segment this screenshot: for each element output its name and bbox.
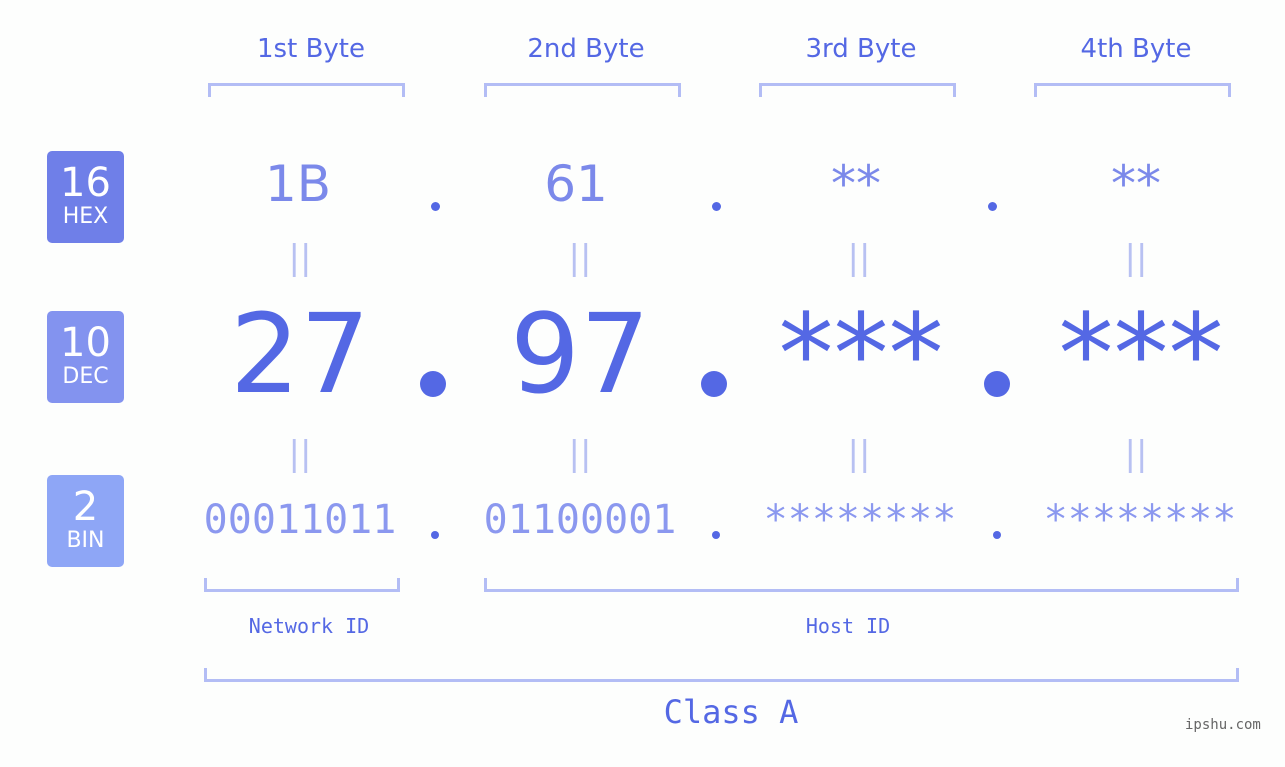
byte-bracket-1 [208, 83, 405, 97]
byte-label-2: 2nd Byte [527, 34, 645, 64]
equals-icon: || [847, 238, 871, 278]
byte-label-1: 1st Byte [257, 34, 365, 64]
byte-bracket-2 [484, 83, 681, 97]
dec-separator-dot [420, 371, 446, 397]
dec-separator-dot [701, 371, 727, 397]
hex-separator-dot [431, 202, 440, 211]
bin-value-4: ******** [1043, 497, 1237, 543]
watermark: ipshu.com [1185, 717, 1261, 733]
byte-bracket-4 [1034, 83, 1231, 97]
dec-value-3: *** [778, 290, 944, 418]
bin-badge-label: BIN [66, 528, 105, 553]
dec-value-2: 97 [510, 290, 650, 418]
equals-icon: || [288, 238, 312, 278]
bin-badge-base: 2 [72, 484, 99, 530]
hex-separator-dot [712, 202, 721, 211]
equals-icon: || [568, 238, 592, 278]
bin-value-2: 01100001 [483, 497, 677, 543]
hex-value-2: 61 [544, 155, 608, 213]
bin-separator-dot [712, 531, 720, 539]
host-id-label: Host ID [805, 614, 891, 638]
byte-label-4: 4th Byte [1080, 34, 1192, 64]
network-id-bracket [204, 578, 400, 592]
dec-value-1: 27 [230, 290, 370, 418]
equals-icon: || [288, 434, 312, 474]
bin-separator-dot [993, 531, 1001, 539]
hex-value-1: 1B [264, 155, 332, 213]
equals-icon: || [1124, 434, 1148, 474]
hex-badge-label: HEX [62, 204, 109, 229]
hex-badge: 16 HEX [47, 151, 124, 243]
hex-badge-base: 16 [60, 160, 111, 206]
bin-value-3: ******** [763, 497, 957, 543]
hex-value-4: ** [1111, 155, 1161, 213]
dec-badge-base: 10 [60, 320, 111, 366]
byte-label-3: 3rd Byte [805, 34, 917, 64]
equals-icon: || [847, 434, 871, 474]
byte-bracket-3 [759, 83, 956, 97]
bin-separator-dot [431, 531, 439, 539]
hex-separator-dot [988, 202, 997, 211]
bin-value-1: 00011011 [203, 497, 397, 543]
bin-badge: 2 BIN [47, 475, 124, 567]
equals-icon: || [568, 434, 592, 474]
class-bracket [204, 668, 1239, 682]
class-label: Class A [663, 693, 799, 731]
dec-value-4: *** [1058, 290, 1224, 418]
dec-badge: 10 DEC [47, 311, 124, 403]
dec-badge-label: DEC [62, 364, 109, 389]
dec-separator-dot [984, 371, 1010, 397]
equals-icon: || [1124, 238, 1148, 278]
host-id-bracket [484, 578, 1239, 592]
network-id-label: Network ID [248, 614, 370, 638]
hex-value-3: ** [831, 155, 881, 213]
